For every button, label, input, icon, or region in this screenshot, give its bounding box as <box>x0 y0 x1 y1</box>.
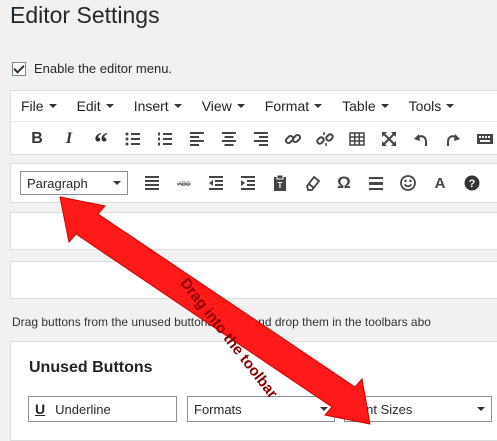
keyboard-button[interactable] <box>469 125 497 153</box>
outdent-button[interactable] <box>200 169 232 197</box>
indent-button[interactable] <box>232 169 264 197</box>
italic-button[interactable]: I <box>53 125 85 153</box>
chevron-down-icon <box>380 104 389 108</box>
font-sizes-label: Font Sizes <box>351 401 413 417</box>
svg-text:ABC: ABC <box>178 182 191 188</box>
link-button[interactable] <box>277 125 309 153</box>
bold-icon: B <box>31 130 43 147</box>
justify-icon <box>145 176 159 190</box>
horizontal-rule-button[interactable] <box>360 169 392 197</box>
redo-icon <box>447 134 460 146</box>
chevron-down-icon <box>173 104 182 108</box>
editor-toolbar-box: File Edit Insert View Format Table Tools… <box>10 90 497 159</box>
chevron-down-icon <box>48 104 57 108</box>
align-right-button[interactable] <box>245 125 277 153</box>
text-color-icon: A <box>434 174 446 192</box>
svg-text:?: ? <box>469 178 476 190</box>
menu-format[interactable]: Format <box>255 98 332 114</box>
help-icon: ? <box>464 175 480 191</box>
unlink-button[interactable] <box>309 125 341 153</box>
chevron-down-icon <box>236 104 245 108</box>
text-color-button[interactable]: A <box>424 169 456 197</box>
menu-edit[interactable]: Edit <box>67 98 124 114</box>
horizontal-rule-icon <box>369 177 383 190</box>
align-center-button[interactable] <box>213 125 245 153</box>
clear-formatting-button[interactable] <box>296 169 328 197</box>
menu-file[interactable]: File <box>11 98 67 114</box>
formats-label: Formats <box>194 401 242 417</box>
outdent-icon <box>209 176 223 190</box>
unlink-icon <box>316 132 334 146</box>
toolbar-row-1: B I “ <box>21 124 497 159</box>
emoticons-button[interactable] <box>392 169 424 197</box>
bullet-list-icon <box>125 132 140 146</box>
indent-icon <box>241 176 255 190</box>
align-center-icon <box>222 132 236 146</box>
numbered-list-button[interactable] <box>149 125 181 153</box>
align-left-button[interactable] <box>181 125 213 153</box>
bullet-list-button[interactable] <box>117 125 149 153</box>
paste-text-button[interactable]: T <box>264 169 296 197</box>
toolbar-row-2: Paragraph ABC T Ω A ? <box>10 163 497 203</box>
clear-formatting-icon <box>306 175 321 191</box>
undo-icon <box>414 134 427 146</box>
underline-label: Underline <box>55 401 111 417</box>
underline-unused-button[interactable]: U Underline <box>28 396 177 422</box>
enable-editor-menu-label[interactable]: Enable the editor menu. <box>34 61 172 76</box>
blockquote-button[interactable]: “ <box>85 125 117 159</box>
paste-text-icon: T <box>274 174 286 191</box>
chevron-down-icon <box>113 181 121 185</box>
bold-button[interactable]: B <box>21 125 53 153</box>
menu-insert[interactable]: Insert <box>124 98 192 114</box>
link-icon <box>284 133 302 145</box>
align-left-icon <box>190 132 204 146</box>
chevron-down-icon <box>446 104 455 108</box>
enable-editor-menu-row[interactable]: Enable the editor menu. <box>12 61 172 76</box>
svg-text:T: T <box>278 181 283 190</box>
fullscreen-icon <box>382 132 396 146</box>
page-title: Editor Settings <box>10 2 160 28</box>
chevron-down-icon <box>105 104 114 108</box>
enable-editor-menu-checkbox[interactable] <box>12 61 26 76</box>
special-character-button[interactable]: Ω <box>328 169 360 197</box>
italic-icon: I <box>65 130 73 147</box>
unused-buttons-title: Unused Buttons <box>29 359 153 376</box>
font-sizes-unused-select[interactable]: Font Sizes <box>344 396 492 422</box>
menu-table[interactable]: Table <box>332 98 398 114</box>
empty-toolbar-4[interactable] <box>10 261 497 299</box>
keyboard-icon <box>477 134 493 144</box>
table-icon <box>349 132 365 146</box>
paragraph-format-select[interactable]: Paragraph <box>20 171 128 195</box>
chevron-down-icon <box>320 407 328 411</box>
strikethrough-button[interactable]: ABC <box>168 169 200 197</box>
chevron-down-icon <box>477 407 485 411</box>
formats-unused-select[interactable]: Formats <box>187 396 335 422</box>
empty-toolbar-3[interactable] <box>10 212 497 250</box>
justify-button[interactable] <box>136 169 168 197</box>
chevron-down-icon <box>314 104 323 108</box>
fullscreen-button[interactable] <box>373 125 405 153</box>
omega-icon: Ω <box>337 173 351 192</box>
align-right-icon <box>254 132 268 146</box>
editor-menubar: File Edit Insert View Format Table Tools <box>11 91 464 121</box>
numbered-list-icon <box>158 132 172 146</box>
undo-button[interactable] <box>405 125 437 153</box>
table-button[interactable] <box>341 125 373 153</box>
menubar-divider <box>11 121 497 122</box>
blockquote-icon: “ <box>94 128 108 159</box>
redo-button[interactable] <box>437 125 469 153</box>
paragraph-format-value: Paragraph <box>27 175 88 191</box>
underline-icon: U <box>35 401 46 417</box>
menu-tools[interactable]: Tools <box>399 98 465 114</box>
menu-view[interactable]: View <box>192 98 255 114</box>
help-button[interactable]: ? <box>456 169 488 197</box>
emoticon-icon <box>400 175 416 191</box>
strikethrough-icon: ABC <box>177 182 191 188</box>
